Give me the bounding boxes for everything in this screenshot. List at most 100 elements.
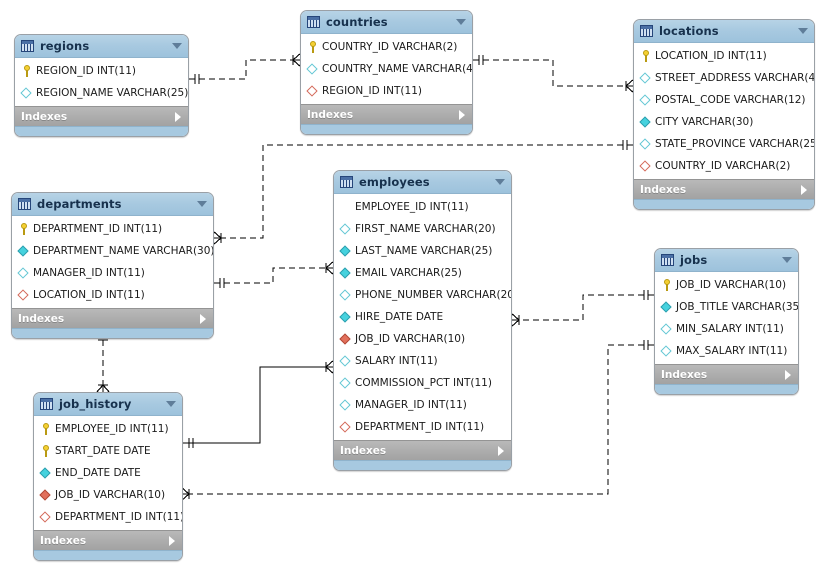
column-row[interactable]: JOB_TITLE VARCHAR(35) [655, 296, 798, 318]
column-row[interactable]: START_DATE DATE [34, 440, 182, 462]
table-header-regions[interactable]: regions [15, 35, 188, 58]
chevron-down-icon[interactable] [495, 179, 505, 185]
table-jobs[interactable]: jobs JOB_ID VARCHAR(10) JOB_TITLE VARCHAR(… [654, 248, 799, 395]
column-label: DEPARTMENT_ID INT(11) [355, 421, 485, 433]
table-departments[interactable]: departments DEPARTMENT_ID INT(11) DEPARTME… [11, 192, 214, 339]
table-header-countries[interactable]: countries [301, 11, 472, 34]
column-row[interactable]: STREET_ADDRESS VARCHAR(40) [634, 67, 814, 89]
indexes-section-employees[interactable]: Indexes [334, 440, 511, 460]
column-row[interactable]: FIRST_NAME VARCHAR(20) [334, 218, 511, 240]
relationship-departments-job-history[interactable] [95, 330, 111, 394]
table-locations[interactable]: locations LOCATION_ID INT(11) STREET_ADDRE… [633, 19, 815, 210]
column-row[interactable]: JOB_ID VARCHAR(10) [655, 274, 798, 296]
column-list: REGION_ID INT(11) REGION_NAME VARCHAR(25) [15, 58, 188, 106]
column-row[interactable]: EMPLOYEE_ID INT(11) [334, 196, 511, 218]
diamond-icon [306, 62, 320, 76]
column-row[interactable]: MANAGER_ID INT(11) [12, 262, 213, 284]
chevron-down-icon[interactable] [197, 201, 207, 207]
column-label: MIN_SALARY INT(11) [676, 323, 784, 335]
table-job_history[interactable]: job_history EMPLOYEE_ID INT(11) START_DATE… [33, 392, 183, 561]
column-label: SALARY INT(11) [355, 355, 438, 367]
column-row[interactable]: LOCATION_ID INT(11) [634, 45, 814, 67]
column-row[interactable]: EMAIL VARCHAR(25) [334, 262, 511, 284]
chevron-right-icon[interactable] [498, 445, 504, 456]
diamond-icon [339, 354, 353, 368]
table-header-jobs[interactable]: jobs [655, 249, 798, 272]
table-icon [18, 198, 31, 210]
chevron-right-icon[interactable] [459, 109, 465, 120]
chevron-right-icon[interactable] [801, 184, 807, 195]
table-header-job_history[interactable]: job_history [34, 393, 182, 416]
table-footer [34, 550, 182, 560]
indexes-section-jobs[interactable]: Indexes [655, 364, 798, 384]
table-header-employees[interactable]: employees [334, 171, 511, 194]
column-row[interactable]: REGION_ID INT(11) [15, 60, 188, 82]
column-row[interactable]: JOB_ID VARCHAR(10) [34, 484, 182, 506]
column-row[interactable]: COUNTRY_NAME VARCHAR(40) [301, 58, 472, 80]
column-row[interactable]: REGION_NAME VARCHAR(25) [15, 82, 188, 104]
indexes-section-departments[interactable]: Indexes [12, 308, 213, 328]
table-header-departments[interactable]: departments [12, 193, 213, 216]
column-row[interactable]: COUNTRY_ID VARCHAR(2) [301, 36, 472, 58]
chevron-down-icon[interactable] [166, 401, 176, 407]
column-row[interactable]: STATE_PROVINCE VARCHAR(25) [634, 133, 814, 155]
column-row[interactable]: LOCATION_ID INT(11) [12, 284, 213, 306]
relationship-jobs-employees[interactable] [510, 290, 654, 328]
column-row[interactable]: HIRE_DATE DATE [334, 306, 511, 328]
diamond-icon [17, 288, 31, 302]
relationship-regions-countries[interactable] [189, 52, 302, 84]
chevron-down-icon[interactable] [782, 257, 792, 263]
chevron-right-icon[interactable] [785, 369, 791, 380]
column-row[interactable]: END_DATE DATE [34, 462, 182, 484]
indexes-section-job_history[interactable]: Indexes [34, 530, 182, 550]
diamond-icon [306, 84, 320, 98]
column-row[interactable]: MIN_SALARY INT(11) [655, 318, 798, 340]
table-regions[interactable]: regions REGION_ID INT(11) REGION_NAME VARC… [14, 34, 189, 137]
key-icon [306, 40, 320, 54]
column-row[interactable]: JOB_ID VARCHAR(10) [334, 328, 511, 350]
relationship-countries-locations[interactable] [473, 55, 635, 94]
column-row[interactable]: DEPARTMENT_ID INT(11) [334, 416, 511, 438]
column-row[interactable]: EMPLOYEE_ID INT(11) [34, 418, 182, 440]
column-row[interactable]: REGION_ID INT(11) [301, 80, 472, 102]
column-label: JOB_TITLE VARCHAR(35) [676, 301, 799, 313]
table-countries[interactable]: countries COUNTRY_ID VARCHAR(2) COUNTRY_NA… [300, 10, 473, 135]
no-icon [339, 200, 353, 214]
column-label: END_DATE DATE [55, 467, 141, 479]
er-diagram-canvas[interactable]: regions REGION_ID INT(11) REGION_NAME VARC… [0, 0, 827, 563]
column-row[interactable]: CITY VARCHAR(30) [634, 111, 814, 133]
chevron-right-icon[interactable] [200, 313, 206, 324]
column-label: COUNTRY_ID VARCHAR(2) [322, 41, 458, 53]
key-icon [20, 64, 34, 78]
column-row[interactable]: PHONE_NUMBER VARCHAR(20) [334, 284, 511, 306]
table-footer [334, 460, 511, 470]
chevron-down-icon[interactable] [798, 28, 808, 34]
column-row[interactable]: DEPARTMENT_ID INT(11) [34, 506, 182, 528]
indexes-section-locations[interactable]: Indexes [634, 179, 814, 199]
table-title: employees [359, 175, 430, 189]
table-employees[interactable]: employees EMPLOYEE_ID INT(11) FIRST_NAME V… [333, 170, 512, 471]
chevron-down-icon[interactable] [456, 19, 466, 25]
table-title: departments [37, 197, 122, 211]
relationship-departments-employees[interactable] [214, 260, 335, 288]
relationship-employees-job-history[interactable] [183, 359, 335, 448]
indexes-section-regions[interactable]: Indexes [15, 106, 188, 126]
column-label: COUNTRY_ID VARCHAR(2) [655, 160, 791, 172]
column-row[interactable]: POSTAL_CODE VARCHAR(12) [634, 89, 814, 111]
column-label: STATE_PROVINCE VARCHAR(25) [655, 138, 815, 150]
column-row[interactable]: SALARY INT(11) [334, 350, 511, 372]
column-row[interactable]: COMMISSION_PCT INT(11) [334, 372, 511, 394]
table-header-locations[interactable]: locations [634, 20, 814, 43]
indexes-label: Indexes [661, 368, 708, 381]
column-row[interactable]: MANAGER_ID INT(11) [334, 394, 511, 416]
chevron-down-icon[interactable] [172, 43, 182, 49]
column-row[interactable]: DEPARTMENT_ID INT(11) [12, 218, 213, 240]
column-row[interactable]: MAX_SALARY INT(11) [655, 340, 798, 362]
table-icon [640, 25, 653, 37]
chevron-right-icon[interactable] [175, 111, 181, 122]
chevron-right-icon[interactable] [169, 535, 175, 546]
indexes-section-countries[interactable]: Indexes [301, 104, 472, 124]
column-row[interactable]: LAST_NAME VARCHAR(25) [334, 240, 511, 262]
column-row[interactable]: COUNTRY_ID VARCHAR(2) [634, 155, 814, 177]
column-row[interactable]: DEPARTMENT_NAME VARCHAR(30) [12, 240, 213, 262]
